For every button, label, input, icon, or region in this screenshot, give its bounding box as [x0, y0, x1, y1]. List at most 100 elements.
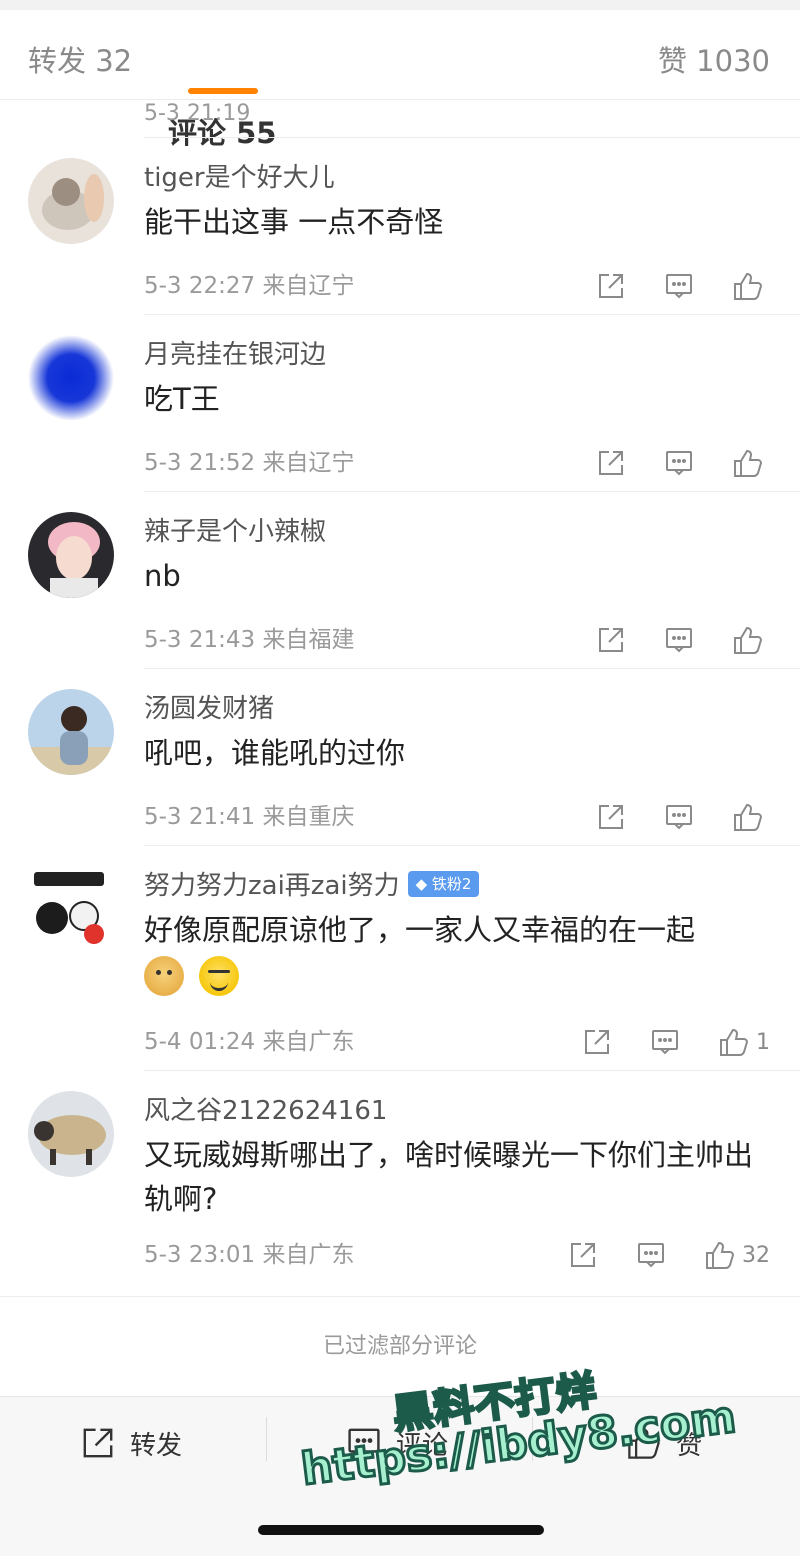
comment-meta: 5-3 21:43 来自福建 [144, 627, 355, 653]
bottom-action-bar: 转发 评论 赞 [0, 1396, 800, 1556]
like-button[interactable] [732, 624, 770, 656]
comment-meta: 5-4 01:24 来自广东 [144, 1029, 355, 1055]
comment-meta: 5-3 23:01 来自广东 [144, 1242, 355, 1268]
reply-button[interactable] [636, 1240, 666, 1270]
fan-badge: ◆ 铁粉2 [407, 870, 480, 897]
comment-actions [558, 789, 770, 845]
share-icon [571, 1243, 595, 1267]
bottom-repost-label: 转发 [130, 1430, 183, 1461]
reply-button[interactable] [664, 802, 694, 832]
thumbs-up-icon [734, 449, 763, 477]
like-button[interactable]: 1 [718, 1026, 770, 1058]
comment-actions [558, 258, 770, 314]
comment-item: 辣子是个小辣椒 nb 5-3 21:43 来自福建 [28, 492, 800, 669]
comment-text: 吃T王 [144, 382, 220, 416]
home-indicator[interactable] [258, 1525, 544, 1535]
repost-button[interactable] [596, 448, 626, 478]
bottom-like-label: 赞 [676, 1430, 703, 1461]
comment-meta-row: 5-3 21:41 来自重庆 [144, 789, 800, 845]
like-button[interactable] [732, 270, 770, 302]
comment-item: tiger是个好大儿 能干出这事 一点不奇怪 5-3 22:27 来自辽宁 [28, 138, 800, 315]
comment-meta: 5-3 21:19 [144, 101, 251, 126]
comment-username[interactable]: tiger是个好大儿 [144, 138, 800, 196]
filtered-notice: 已过滤部分评论 [0, 1296, 800, 1396]
comment-meta-row: 5-4 01:24 来自广东 1 [144, 1014, 800, 1070]
smirk-emoji-icon [199, 956, 240, 996]
comment-actions [558, 612, 770, 668]
divider [532, 1417, 533, 1461]
comment-icon [666, 805, 692, 830]
status-strip [0, 0, 800, 10]
repost-button[interactable] [596, 625, 626, 655]
comment-text: 能干出这事 一点不奇怪 [144, 205, 444, 239]
comment-meta-row: 5-3 21:43 来自福建 [144, 612, 800, 668]
avatar[interactable] [28, 866, 114, 952]
like-button[interactable]: 32 [704, 1239, 770, 1271]
comment-meta-row: 5-3 23:01 来自广东 32 [144, 1227, 800, 1283]
share-icon [599, 805, 623, 829]
share-icon [599, 628, 623, 652]
repost-button[interactable] [596, 271, 626, 301]
repost-button[interactable] [596, 802, 626, 832]
thumbs-up-icon [734, 272, 763, 300]
active-tab-indicator [188, 88, 258, 94]
comment-meta-row: 5-3 22:27 来自辽宁 [144, 258, 800, 314]
avatar[interactable] [28, 335, 114, 421]
tab-likes[interactable]: 赞 1030 [658, 38, 770, 80]
username-text[interactable]: 努力努力zai再zai努力 [144, 871, 400, 901]
comment-item: 汤圆发财猪 吼吧，谁能吼的过你 5-3 21:41 来自重庆 [28, 669, 800, 846]
share-icon [585, 1030, 609, 1054]
comment-text: 吼吧，谁能吼的过你 [144, 736, 406, 770]
comment-username[interactable]: 月亮挂在银河边 [144, 315, 800, 373]
comment-meta: 5-3 22:27 来自辽宁 [144, 273, 355, 299]
comment-username[interactable]: 辣子是个小辣椒 [144, 492, 800, 550]
comment-username[interactable]: 汤圆发财猪 [144, 669, 800, 727]
comment-emojis [144, 956, 800, 1000]
avatar[interactable] [28, 512, 114, 598]
comment-text: 又玩威姆斯哪出了，啥时候曝光一下你们主帅出轨啊? [144, 1138, 754, 1216]
repost-button[interactable] [582, 1027, 612, 1057]
avatar[interactable] [28, 158, 114, 244]
like-button[interactable] [732, 801, 770, 833]
share-icon [83, 1428, 113, 1458]
avatar[interactable] [28, 1091, 114, 1177]
comment-text: nb [144, 559, 181, 593]
share-icon [599, 451, 623, 475]
reply-button[interactable] [650, 1027, 680, 1057]
reply-button[interactable] [664, 271, 694, 301]
comment-icon [666, 628, 692, 653]
bottom-like-button[interactable]: 赞 [626, 1423, 702, 1463]
comment-username[interactable]: 风之谷2122624161 [144, 1071, 800, 1129]
reply-button[interactable] [664, 625, 694, 655]
thumbs-up-icon [628, 1428, 660, 1459]
comment-actions: 32 [530, 1227, 770, 1283]
repost-button[interactable] [568, 1240, 598, 1270]
comment-partial: 5-3 21:19 [144, 100, 800, 138]
comment-actions [558, 435, 770, 491]
bottom-repost-button[interactable]: 转发 [80, 1423, 182, 1463]
comment-item: 风之谷2122624161 又玩威姆斯哪出了，啥时候曝光一下你们主帅出轨啊? 5… [28, 1071, 800, 1283]
comment-list: 5-3 21:19 tiger是个好大儿 能干出这事 一点不奇怪 5-3 22:… [0, 100, 800, 1283]
comment-item: 努力努力zai再zai努力 ◆ 铁粉2 好像原配原谅他了，一家人又幸福的在一起 5… [28, 846, 800, 1071]
comment-icon [666, 451, 692, 476]
comment-icon [348, 1428, 380, 1458]
reply-button[interactable] [664, 448, 694, 478]
like-count: 32 [742, 1242, 770, 1268]
tab-repost[interactable]: 转发 32 [28, 38, 132, 80]
comment-icon [666, 274, 692, 299]
comment-actions: 1 [544, 1014, 770, 1070]
thumbs-up-icon [734, 626, 763, 654]
comment-text: 好像原配原谅他了，一家人又幸福的在一起 [144, 913, 696, 947]
bottom-comment-button[interactable]: 评论 [346, 1423, 448, 1463]
thumbs-up-icon [734, 803, 763, 831]
like-button[interactable] [732, 447, 770, 479]
comment-item: 月亮挂在银河边 吃T王 5-3 21:52 来自辽宁 [28, 315, 800, 492]
comment-meta: 5-3 21:52 来自辽宁 [144, 450, 355, 476]
tab-bar: 转发 32 评论 55 赞 1030 [0, 10, 800, 150]
doge-emoji-icon [144, 956, 184, 996]
comment-meta-row: 5-3 21:52 来自辽宁 [144, 435, 800, 491]
avatar[interactable] [28, 689, 114, 775]
share-icon [599, 274, 623, 298]
thumbs-up-icon [706, 1241, 735, 1269]
comment-username: 努力努力zai再zai努力 ◆ 铁粉2 [144, 846, 800, 904]
